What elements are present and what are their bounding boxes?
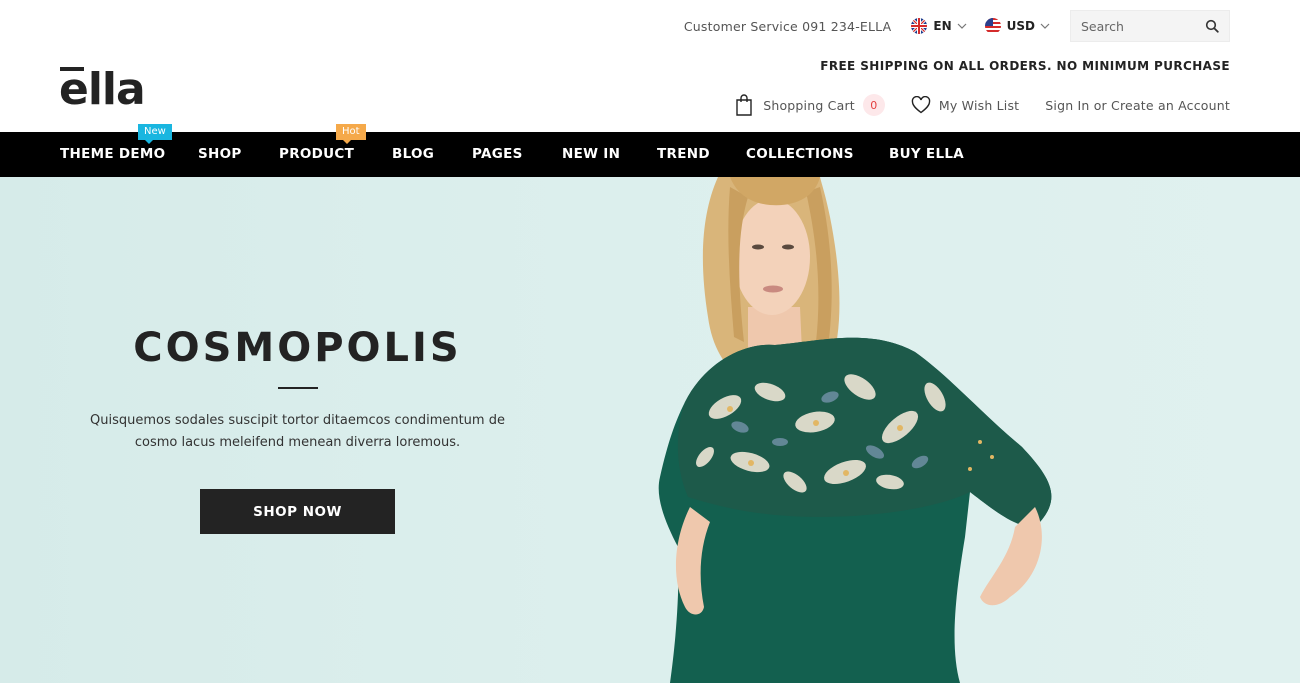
hero-description: Quisquemos sodales suscipit tortor ditae… (90, 413, 505, 450)
nav-item-shop[interactable]: SHOP (198, 132, 242, 177)
nav-item-label: PRODUCT (279, 146, 355, 162)
nav-item-label: PAGES (472, 146, 523, 162)
account-links: Shopping Cart 0 My Wish List Sign In or … (734, 92, 1230, 118)
new-badge: New (138, 124, 172, 144)
shipping-notice: FREE SHIPPING ON ALL ORDERS. NO MINIMUM … (820, 59, 1230, 73)
shop-now-button[interactable]: SHOP NOW (200, 489, 395, 534)
wishlist-label: My Wish List (938, 97, 1020, 113)
nav-item-label: BLOG (392, 146, 435, 162)
top-bar: Customer Service 091 234-ELLA EN USD Sea… (684, 10, 1230, 42)
nav-item-pages[interactable]: PAGES (472, 132, 523, 177)
nav-item-product[interactable]: PRODUCT Hot (279, 124, 366, 177)
hot-badge: Hot (336, 124, 366, 144)
chevron-down-icon (957, 23, 967, 29)
wishlist-link[interactable]: My Wish List (911, 96, 1019, 114)
nav-item-label: SHOP (198, 146, 242, 162)
main-nav: THEME DEMO New SHOP PRODUCT Hot BLOG PAG… (0, 124, 1300, 177)
site-logo[interactable]: ella (59, 64, 146, 115)
hero-model-image (658, 177, 1052, 683)
currency-code: USD (1006, 19, 1035, 33)
shopping-cart-link[interactable]: Shopping Cart 0 (734, 94, 885, 116)
hero-divider (278, 387, 318, 389)
sign-in-link[interactable]: Sign In or Create an Account (1045, 98, 1230, 113)
site-header: ella Customer Service 091 234-ELLA EN US… (0, 0, 1300, 132)
nav-item-blog[interactable]: BLOG (392, 132, 434, 177)
chevron-down-icon (1040, 23, 1050, 29)
logo-macron (60, 67, 84, 71)
heart-icon (911, 96, 931, 114)
nav-item-buy-ella[interactable]: BUY ELLA (889, 132, 964, 177)
language-code: EN (933, 19, 952, 33)
nav-item-trend[interactable]: TREND (657, 132, 710, 177)
nav-item-label: NEW IN (562, 146, 621, 162)
nav-item-collections[interactable]: COLLECTIONS (746, 132, 854, 177)
us-flag-icon (984, 18, 1001, 34)
cart-count-badge: 0 (862, 94, 885, 116)
search-box (1070, 10, 1230, 42)
nav-item-label: COLLECTIONS (746, 146, 854, 162)
customer-service-text: Customer Service 091 234-ELLA (683, 18, 892, 34)
language-selector[interactable]: EN (911, 18, 967, 34)
nav-item-label: THEME DEMO (60, 146, 166, 162)
hero-title: COSMOPOLIS (133, 325, 462, 371)
hero-banner: COSMOPOLIS Quisquemos sodales suscipit t… (0, 177, 1300, 683)
cart-label: Shopping Cart (763, 97, 855, 113)
uk-flag-icon (911, 18, 928, 34)
sign-in-label: Sign In or Create an Account (1045, 97, 1230, 113)
logo-text: ella (59, 64, 146, 115)
search-icon[interactable] (1205, 19, 1219, 33)
nav-item-new-in[interactable]: NEW IN (562, 132, 620, 177)
currency-selector[interactable]: USD (984, 18, 1050, 34)
shopping-bag-icon (736, 94, 752, 116)
nav-item-label: BUY ELLA (889, 146, 965, 162)
nav-item-theme-demo[interactable]: THEME DEMO New (60, 124, 172, 177)
search-input[interactable] (1081, 18, 1205, 34)
nav-item-label: TREND (657, 146, 710, 162)
